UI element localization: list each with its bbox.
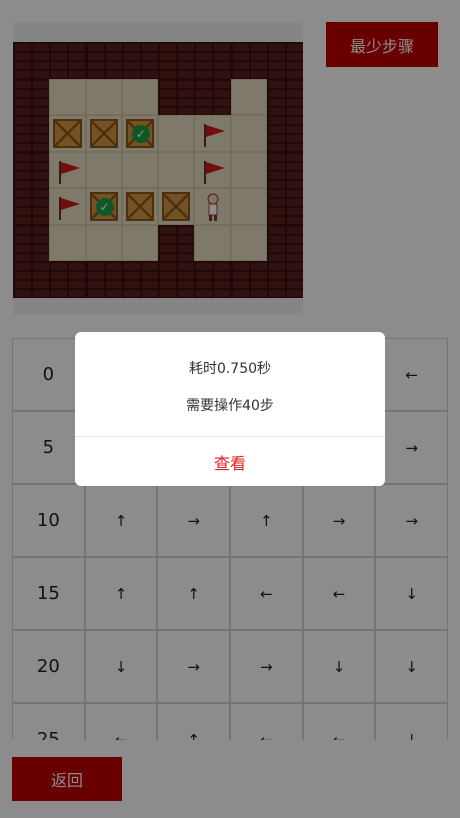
elapsed-time-text: 耗时0.750秒: [188, 361, 272, 377]
view-button[interactable]: 查看: [75, 437, 385, 486]
result-dialog: 耗时0.750秒 需要操作40步 查看: [75, 332, 385, 486]
required-steps-text: 需要操作40步: [186, 398, 274, 414]
